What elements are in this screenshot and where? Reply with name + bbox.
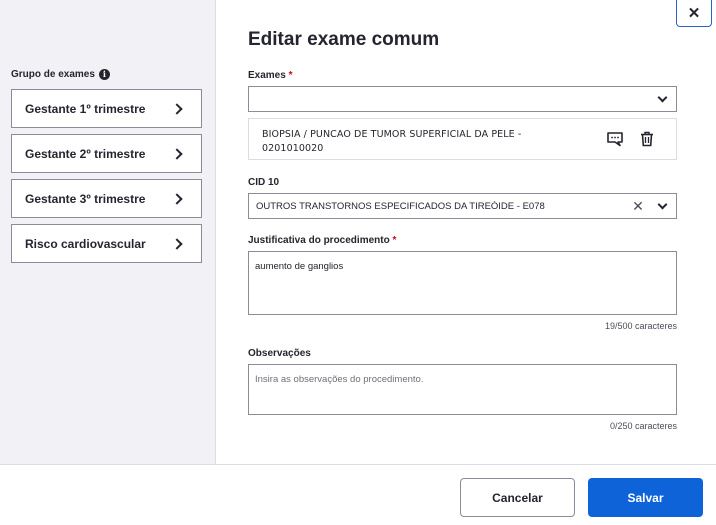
group-item-gestante-3[interactable]: Gestante 3º trimestre [11,179,202,218]
chevron-down-icon [657,199,668,209]
exames-label-text: Exames [248,70,286,81]
close-button[interactable]: ✕ [676,0,712,27]
exames-select[interactable] [248,86,677,112]
trash-icon[interactable] [640,131,654,152]
justificativa-textarea[interactable]: aumento de ganglios [248,251,677,315]
exames-dropdown-toggle[interactable] [648,87,676,111]
cid10-select[interactable]: OUTROS TRANSTORNOS ESPECIFICADOS DA TIRE… [248,193,677,219]
chevron-right-icon [171,192,183,205]
cid10-dropdown-toggle[interactable] [648,194,676,218]
info-icon[interactable]: i [98,69,110,80]
observacoes-counter: 0/250 caracteres [609,421,677,431]
required-mark: * [288,70,293,81]
comment-icon[interactable] [606,131,624,152]
clear-icon[interactable]: ✕ [628,198,648,215]
cancel-button[interactable]: Cancelar [460,478,575,517]
selected-exam-item: BIOPSIA / PUNCAO DE TUMOR SUPERFICIAL DA… [248,118,677,160]
observacoes-textarea[interactable]: Insira as observações do procedimento. [248,364,677,415]
close-icon: ✕ [687,5,701,22]
group-item-gestante-2[interactable]: Gestante 2º trimestre [11,134,202,173]
chevron-down-icon [657,92,668,102]
exam-group-title: Grupo de exames i [11,69,110,80]
save-button[interactable]: Salvar [588,478,703,517]
justificativa-value: aumento de ganglios [255,261,344,272]
group-item-gestante-1[interactable]: Gestante 1º trimestre [11,89,202,128]
group-item-label: Risco cardiovascular [25,236,146,251]
cid10-label: CID 10 [248,177,280,188]
chevron-right-icon [171,237,183,250]
justificativa-label: Justificativa do procedimento * [248,235,396,246]
required-mark: * [392,235,397,246]
cid10-select-value: OUTROS TRANSTORNOS ESPECIFICADOS DA TIRE… [256,200,545,212]
observacoes-placeholder: Insira as observações do procedimento. [255,374,424,385]
exam-group-sidebar: Grupo de exames i Gestante 1º trimestre … [0,0,216,464]
justificativa-counter: 19/500 caracteres [604,321,677,331]
selected-exam-text: BIOPSIA / PUNCAO DE TUMOR SUPERFICIAL DA… [262,128,521,156]
exam-group-title-label: Grupo de exames [11,69,95,80]
group-item-label: Gestante 2º trimestre [25,146,146,161]
observacoes-label: Observações [248,348,311,359]
group-item-label: Gestante 1º trimestre [25,101,146,116]
justificativa-label-text: Justificativa do procedimento [248,235,390,246]
selected-exam-name: BIOPSIA / PUNCAO DE TUMOR SUPERFICIAL DA… [262,129,522,140]
group-item-label: Gestante 3º trimestre [25,191,146,206]
group-item-risco-cardiovascular[interactable]: Risco cardiovascular [11,224,202,263]
page-title: Editar exame comum [248,29,440,50]
exames-label: Exames * [248,70,293,81]
selected-exam-code: 0201010020 [262,143,324,154]
chevron-right-icon [171,147,183,160]
chevron-right-icon [171,102,183,115]
